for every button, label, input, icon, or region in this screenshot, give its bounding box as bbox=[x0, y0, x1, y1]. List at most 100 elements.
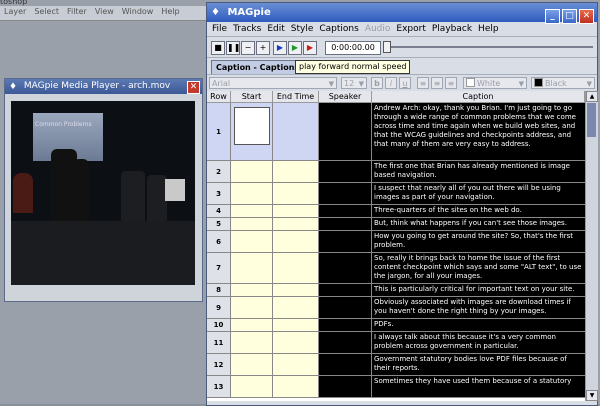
speaker-cell[interactable] bbox=[319, 354, 372, 375]
row-number-cell[interactable]: 13 bbox=[207, 376, 231, 397]
menu-item-captions[interactable]: Captions bbox=[316, 22, 361, 36]
align-center-icon[interactable]: ≡ bbox=[431, 77, 443, 89]
table-row[interactable]: 12 Government statutory bodies love PDF f… bbox=[207, 354, 585, 376]
column-header-speaker[interactable]: Speaker bbox=[319, 91, 372, 102]
play-reverse-icon[interactable]: ▶ bbox=[273, 41, 287, 55]
caption-cell[interactable]: This is particularly critical for import… bbox=[372, 284, 585, 296]
speaker-cell[interactable] bbox=[319, 284, 372, 296]
timeline-slider-track[interactable] bbox=[383, 46, 593, 48]
main-titlebar[interactable]: ♦ MAGpie _ □ ✕ bbox=[207, 3, 597, 24]
caption-cell[interactable]: Andrew Arch: okay, thank you Brian. I'm … bbox=[372, 103, 585, 160]
align-right-icon[interactable]: ≡ bbox=[445, 77, 457, 89]
end-time-cell[interactable] bbox=[273, 183, 319, 204]
close-button[interactable]: ✕ bbox=[187, 81, 200, 94]
table-row[interactable]: 11 I always talk about this because it's … bbox=[207, 332, 585, 354]
scroll-down-icon[interactable]: ▼ bbox=[586, 390, 598, 401]
row-number-cell[interactable]: 5 bbox=[207, 218, 231, 230]
menu-item-file[interactable]: File bbox=[209, 22, 230, 36]
column-header-caption[interactable]: Caption bbox=[372, 91, 585, 102]
maximize-button[interactable]: □ bbox=[562, 9, 577, 24]
start-time-cell[interactable] bbox=[231, 319, 273, 331]
media-player-titlebar[interactable]: ♦ MAGpie Media Player - arch.mov ✕ bbox=[5, 79, 202, 94]
start-time-cell[interactable] bbox=[231, 284, 273, 296]
table-row[interactable]: 5 But, think what happens if you can't se… bbox=[207, 218, 585, 231]
table-row[interactable]: 9 Obviously associated with images are do… bbox=[207, 297, 585, 319]
caption-cell[interactable]: So, really it brings back to home the is… bbox=[372, 253, 585, 283]
column-header-start-time[interactable]: Start Time bbox=[231, 91, 273, 112]
caption-cell[interactable]: PDFs. bbox=[372, 319, 585, 331]
start-time-cell[interactable] bbox=[231, 231, 273, 252]
start-time-cell[interactable] bbox=[231, 103, 273, 160]
end-time-cell[interactable] bbox=[273, 205, 319, 217]
scrollbar-thumb[interactable] bbox=[587, 103, 596, 137]
row-number-cell[interactable]: 6 bbox=[207, 231, 231, 252]
caption-cell[interactable]: But, think what happens if you can't see… bbox=[372, 218, 585, 230]
speaker-cell[interactable] bbox=[319, 332, 372, 353]
plus-button[interactable]: + bbox=[256, 41, 270, 55]
table-row[interactable]: 7 So, really it brings back to home the i… bbox=[207, 253, 585, 284]
start-time-cell[interactable] bbox=[231, 332, 273, 353]
start-time-cell[interactable] bbox=[231, 253, 273, 283]
font-select[interactable]: Arial ▼ bbox=[209, 77, 337, 89]
pause-button[interactable]: ❚❚ bbox=[226, 41, 240, 55]
menu-item-style[interactable]: Style bbox=[288, 22, 317, 36]
row-number-cell[interactable]: 8 bbox=[207, 284, 231, 296]
scroll-up-icon[interactable]: ▲ bbox=[586, 91, 598, 102]
table-row[interactable]: 4 Three-quarters of the sites on the web … bbox=[207, 205, 585, 218]
menu-item-audio[interactable]: Audio bbox=[362, 22, 394, 36]
speaker-cell[interactable] bbox=[319, 253, 372, 283]
row-number-cell[interactable]: 10 bbox=[207, 319, 231, 331]
end-time-cell[interactable] bbox=[273, 284, 319, 296]
speaker-cell[interactable] bbox=[319, 183, 372, 204]
row-number-cell[interactable]: 2 bbox=[207, 161, 231, 182]
speaker-cell[interactable] bbox=[319, 161, 372, 182]
row-number-cell[interactable]: 9 bbox=[207, 297, 231, 318]
timeline-slider-thumb[interactable] bbox=[383, 41, 391, 53]
start-time-cell[interactable] bbox=[231, 297, 273, 318]
speaker-cell[interactable] bbox=[319, 319, 372, 331]
end-time-cell[interactable] bbox=[273, 103, 319, 160]
table-row[interactable]: 2 The first one that Brian has already me… bbox=[207, 161, 585, 183]
caption-cell[interactable]: I always talk about this because it's a … bbox=[372, 332, 585, 353]
end-time-cell[interactable] bbox=[273, 253, 319, 283]
table-row[interactable]: 10 PDFs. bbox=[207, 319, 585, 332]
vertical-scrollbar[interactable]: ▲ ▼ bbox=[585, 91, 598, 401]
underline-button[interactable]: u bbox=[399, 77, 411, 89]
table-row[interactable]: 13 Sometimes they have used them because … bbox=[207, 376, 585, 398]
start-time-cell[interactable] bbox=[231, 183, 273, 204]
back-color-select[interactable]: Black ▼ bbox=[531, 77, 595, 89]
media-player-window[interactable]: ♦ MAGpie Media Player - arch.mov ✕ Commo… bbox=[4, 78, 203, 302]
speaker-cell[interactable] bbox=[319, 103, 372, 160]
start-time-cell[interactable] bbox=[231, 218, 273, 230]
caption-cell[interactable]: Government statutory bodies love PDF fil… bbox=[372, 354, 585, 375]
caption-cell[interactable]: The first one that Brian has already men… bbox=[372, 161, 585, 182]
caption-cell[interactable]: Sometimes they have used them because of… bbox=[372, 376, 585, 397]
row-number-cell[interactable]: 4 bbox=[207, 205, 231, 217]
stop-button[interactable]: ■ bbox=[211, 41, 225, 55]
caption-cell[interactable]: I suspect that nearly all of you out the… bbox=[372, 183, 585, 204]
menu-item-playback[interactable]: Playback bbox=[429, 22, 475, 36]
menu-item-export[interactable]: Export bbox=[393, 22, 428, 36]
speaker-cell[interactable] bbox=[319, 376, 372, 397]
fast-forward-icon[interactable]: ▶ bbox=[303, 41, 317, 55]
magpie-main-window[interactable]: ♦ MAGpie _ □ ✕ File Tracks Edit Style Captions… bbox=[206, 2, 598, 406]
column-header-row[interactable]: Row bbox=[207, 91, 231, 102]
menu-item-help[interactable]: Help bbox=[475, 22, 502, 36]
table-row[interactable]: 3 I suspect that nearly all of you out th… bbox=[207, 183, 585, 205]
column-header-end-time[interactable]: End Time bbox=[273, 91, 319, 102]
speaker-cell[interactable] bbox=[319, 218, 372, 230]
play-forward-icon[interactable]: ▶ bbox=[288, 41, 302, 55]
minus-button[interactable]: − bbox=[241, 41, 255, 55]
tab-caption-captions[interactable]: Caption - Captions bbox=[211, 60, 305, 74]
start-time-cell[interactable] bbox=[231, 161, 273, 182]
row-number-cell[interactable]: 3 bbox=[207, 183, 231, 204]
italic-button[interactable]: i bbox=[385, 77, 397, 89]
align-left-icon[interactable]: ≡ bbox=[417, 77, 429, 89]
menu-item-tracks[interactable]: Tracks bbox=[230, 22, 264, 36]
end-time-cell[interactable] bbox=[273, 218, 319, 230]
end-time-cell[interactable] bbox=[273, 354, 319, 375]
end-time-cell[interactable] bbox=[273, 376, 319, 397]
caption-cell[interactable]: Obviously associated with images are dow… bbox=[372, 297, 585, 318]
row-number-cell[interactable]: 11 bbox=[207, 332, 231, 353]
minimize-button[interactable]: _ bbox=[545, 9, 560, 24]
